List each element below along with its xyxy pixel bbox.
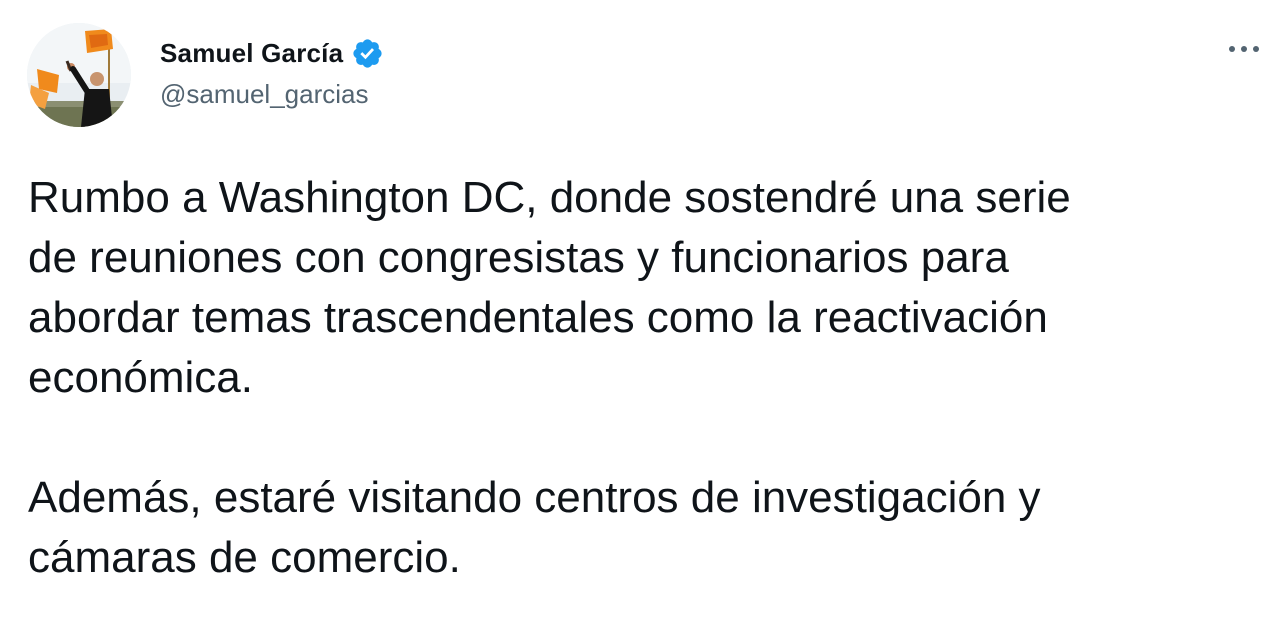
more-options-button[interactable]	[1224, 30, 1264, 70]
tweet-paragraph: Además, estaré visitando centros de inve…	[28, 473, 1041, 582]
more-options-icon	[1226, 41, 1262, 59]
tweet-text: Rumbo a Washington DC, donde sostendré u…	[28, 168, 1268, 588]
author-handle[interactable]: @samuel_garcias	[160, 79, 384, 110]
avatar[interactable]	[27, 23, 131, 127]
author-name-row[interactable]: Samuel García	[160, 33, 384, 73]
tweet-card: Samuel García @samuel_garcias Rumbo a Wa…	[0, 0, 1286, 620]
tweet-author: Samuel García @samuel_garcias	[160, 33, 384, 110]
verified-badge-icon	[351, 37, 384, 70]
tweet-paragraph: Rumbo a Washington DC, donde sostendré u…	[28, 173, 1071, 402]
author-display-name[interactable]: Samuel García	[160, 38, 343, 69]
